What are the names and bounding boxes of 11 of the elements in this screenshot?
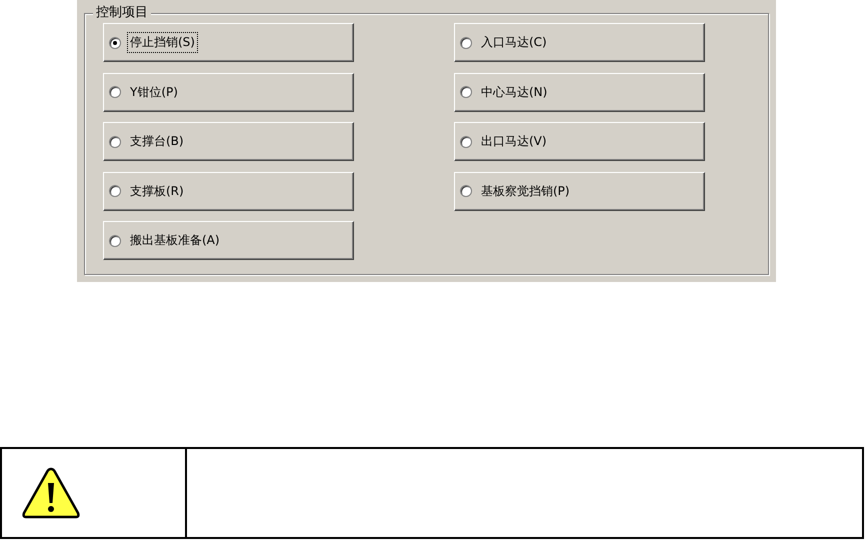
radio-button[interactable]: 出口马达(V): [454, 122, 705, 161]
radio-button[interactable]: 支撑台(B): [103, 122, 354, 161]
warning-icon: [22, 467, 80, 519]
group-title: 控制项目: [93, 5, 151, 21]
radio-button[interactable]: 中心马达(N): [454, 72, 705, 112]
radio-button[interactable]: 搬出基板准备(A): [103, 221, 354, 260]
radio-button[interactable]: 停止挡销(S): [103, 23, 354, 62]
radio-button[interactable]: 支撑板(R): [103, 172, 354, 210]
radio-button[interactable]: Y钳位(P): [103, 72, 354, 112]
radio-button[interactable]: 入口马达(C): [454, 23, 705, 62]
radio-button[interactable]: 基板察觉挡销(P): [454, 172, 705, 210]
